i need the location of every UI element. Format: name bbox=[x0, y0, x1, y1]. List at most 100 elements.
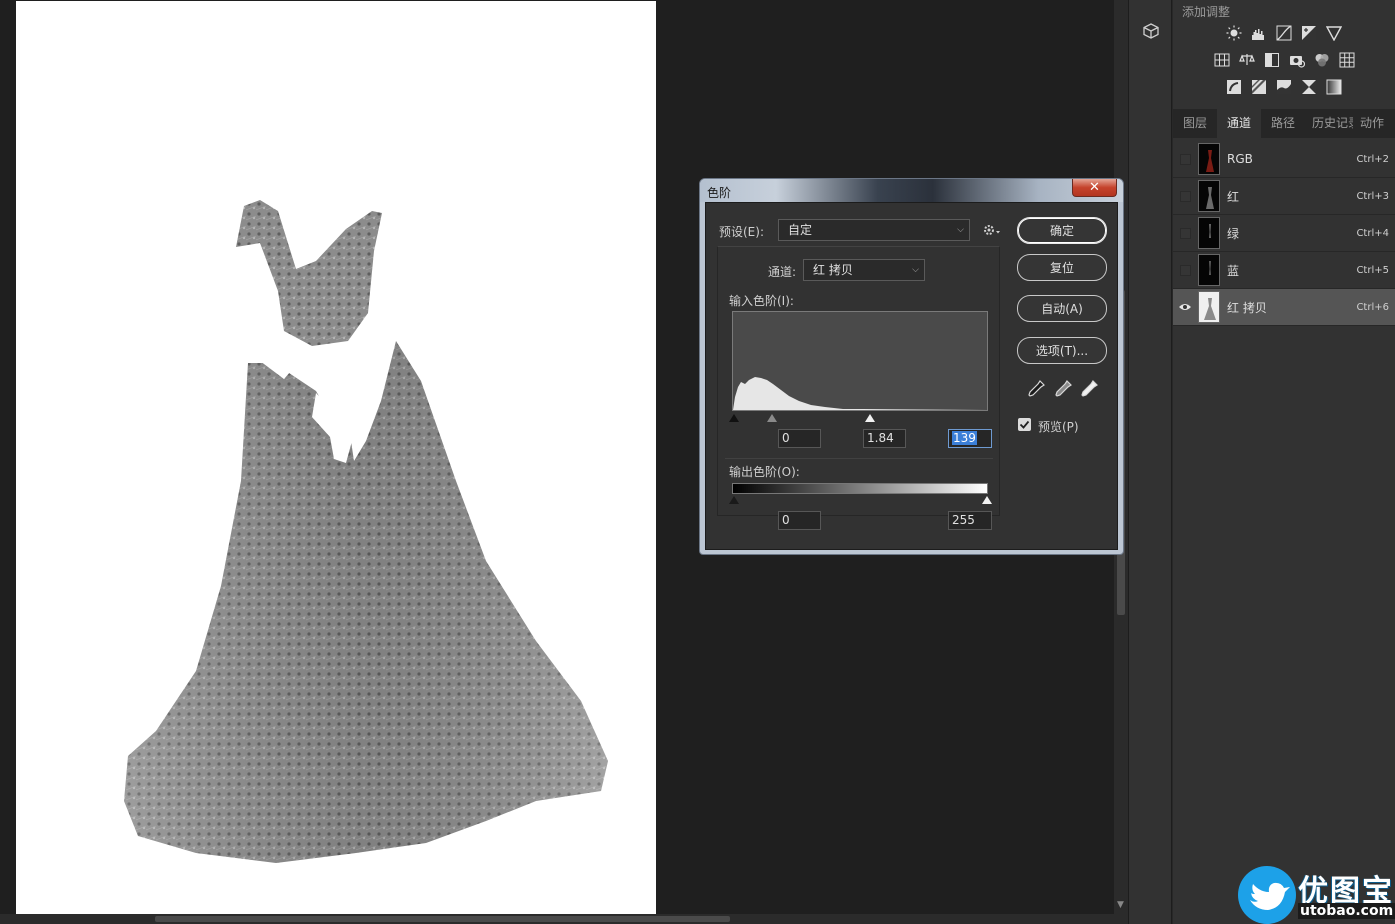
channel-thumbnail bbox=[1198, 143, 1220, 175]
channel-name: 绿 bbox=[1227, 226, 1240, 241]
adjustments-row-1 bbox=[1173, 24, 1395, 42]
visibility-toggle[interactable] bbox=[1173, 141, 1197, 178]
close-icon[interactable]: ✕ bbox=[1072, 179, 1117, 197]
channel-select[interactable]: 红 拷贝 ⌵ bbox=[803, 259, 925, 281]
gear-icon[interactable] bbox=[982, 222, 1002, 238]
adjustments-title: 添加调整 bbox=[1182, 5, 1231, 19]
gradient-map-icon[interactable] bbox=[1325, 78, 1343, 96]
preset-select[interactable]: 自定 ⌵ bbox=[778, 219, 970, 241]
divider bbox=[725, 458, 993, 459]
ok-button[interactable]: 确定 bbox=[1017, 217, 1107, 244]
watermark: 优图宝 utobao.com bbox=[1238, 866, 1395, 924]
adjustments-row-2 bbox=[1173, 51, 1395, 69]
scroll-down-icon[interactable]: ▼ bbox=[1117, 900, 1124, 910]
channel-name: 红 拷贝 bbox=[1227, 300, 1267, 315]
tab-paths[interactable]: 路径 bbox=[1261, 109, 1305, 138]
dialog-titlebar[interactable]: 色阶 ✕ bbox=[700, 179, 1123, 202]
channel-shortcut: Ctrl+2 bbox=[1356, 153, 1389, 165]
panel-dock-strip bbox=[1128, 0, 1172, 924]
document-canvas[interactable] bbox=[16, 1, 656, 914]
right-panels: 添加调整 图层 通道 路径 历史记录 动作 RGB Ctrl+2 bbox=[1173, 0, 1395, 924]
color-balance-icon[interactable] bbox=[1238, 51, 1256, 69]
channel-label: 通道: bbox=[768, 265, 797, 279]
channel-row-red-copy[interactable]: 红 拷贝 Ctrl+6 bbox=[1173, 289, 1395, 326]
invert-icon[interactable] bbox=[1225, 78, 1243, 96]
visibility-toggle[interactable] bbox=[1173, 215, 1197, 252]
dialog-title: 色阶 bbox=[707, 186, 732, 200]
preset-label: 预设(E): bbox=[719, 225, 764, 239]
preview-checkbox[interactable] bbox=[1018, 418, 1031, 431]
channel-value: 红 拷贝 bbox=[813, 263, 853, 277]
channel-name: RGB bbox=[1227, 152, 1253, 166]
channel-shortcut: Ctrl+4 bbox=[1356, 227, 1389, 239]
histogram bbox=[732, 311, 988, 411]
levels-dialog: 色阶 ✕ 预设(E): 自定 ⌵ 通道: 红 拷贝 ⌵ 输入色阶(I): 0 1… bbox=[699, 178, 1124, 555]
output-levels-label: 输出色阶(O): bbox=[729, 465, 800, 479]
tab-history[interactable]: 历史记录 bbox=[1305, 109, 1353, 138]
threshold-icon[interactable] bbox=[1275, 78, 1293, 96]
input-white-slider[interactable] bbox=[864, 413, 876, 423]
input-gamma-field[interactable]: 1.84 bbox=[863, 429, 906, 448]
channel-thumbnail bbox=[1198, 254, 1220, 286]
channel-shortcut: Ctrl+5 bbox=[1356, 264, 1389, 276]
output-black-field[interactable]: 0 bbox=[778, 511, 821, 530]
horizontal-scroll-thumb[interactable] bbox=[155, 916, 730, 922]
channel-thumbnail bbox=[1198, 217, 1220, 249]
input-black-field[interactable]: 0 bbox=[778, 429, 821, 448]
dialog-body: 预设(E): 自定 ⌵ 通道: 红 拷贝 ⌵ 输入色阶(I): 0 1.84 1… bbox=[705, 202, 1118, 550]
reset-button[interactable]: 复位 bbox=[1017, 254, 1107, 281]
hue-saturation-icon[interactable] bbox=[1213, 51, 1231, 69]
channel-mixer-icon[interactable] bbox=[1313, 51, 1331, 69]
output-black-slider[interactable] bbox=[728, 495, 740, 505]
chevron-down-icon: ⌵ bbox=[912, 265, 919, 275]
input-levels-label: 输入色阶(I): bbox=[729, 294, 794, 308]
channel-row-blue[interactable]: 蓝 Ctrl+5 bbox=[1173, 252, 1395, 289]
channel-name: 蓝 bbox=[1227, 263, 1240, 278]
input-gamma-slider[interactable] bbox=[766, 413, 778, 423]
channel-shortcut: Ctrl+6 bbox=[1356, 301, 1389, 313]
photo-filter-icon[interactable] bbox=[1288, 51, 1306, 69]
gray-eyedropper-icon[interactable] bbox=[1053, 379, 1073, 399]
input-white-value: 139 bbox=[952, 431, 977, 445]
3d-cube-icon[interactable] bbox=[1138, 18, 1164, 44]
input-black-value: 0 bbox=[782, 431, 790, 445]
black-white-icon[interactable] bbox=[1263, 51, 1281, 69]
black-eyedropper-icon[interactable] bbox=[1026, 379, 1046, 399]
color-lookup-icon[interactable] bbox=[1338, 51, 1356, 69]
exposure-icon[interactable] bbox=[1300, 24, 1318, 42]
vibrance-icon[interactable] bbox=[1325, 24, 1343, 42]
dress-image bbox=[124, 200, 608, 863]
input-white-field[interactable]: 139 bbox=[948, 429, 992, 448]
input-black-slider[interactable] bbox=[728, 413, 740, 423]
channel-row-green[interactable]: 绿 Ctrl+4 bbox=[1173, 215, 1395, 252]
levels-icon[interactable] bbox=[1250, 24, 1268, 42]
brightness-contrast-icon[interactable] bbox=[1225, 24, 1243, 42]
output-white-field[interactable]: 255 bbox=[948, 511, 992, 530]
preview-label: 预览(P) bbox=[1038, 420, 1079, 434]
white-eyedropper-icon[interactable] bbox=[1079, 379, 1099, 399]
channel-shortcut: Ctrl+3 bbox=[1356, 190, 1389, 202]
posterize-icon[interactable] bbox=[1250, 78, 1268, 96]
eye-icon[interactable] bbox=[1173, 289, 1197, 326]
preset-value: 自定 bbox=[788, 223, 813, 237]
selective-color-icon[interactable] bbox=[1300, 78, 1318, 96]
output-black-value: 0 bbox=[782, 513, 790, 527]
channel-name: 红 bbox=[1227, 189, 1240, 204]
tab-channels[interactable]: 通道 bbox=[1217, 109, 1262, 138]
output-white-slider[interactable] bbox=[981, 495, 993, 505]
channel-row-rgb[interactable]: RGB Ctrl+2 bbox=[1173, 141, 1395, 178]
tab-actions[interactable]: 动作 bbox=[1353, 109, 1391, 138]
options-button[interactable]: 选项(T)... bbox=[1017, 337, 1107, 364]
visibility-toggle[interactable] bbox=[1173, 178, 1197, 215]
channel-thumbnail bbox=[1198, 291, 1220, 323]
tab-layers[interactable]: 图层 bbox=[1173, 109, 1217, 138]
visibility-toggle[interactable] bbox=[1173, 252, 1197, 289]
panel-tabs: 图层 通道 路径 历史记录 动作 bbox=[1173, 109, 1395, 138]
horizontal-scrollbar[interactable] bbox=[0, 914, 1128, 924]
chevron-down-icon: ⌵ bbox=[957, 225, 964, 235]
auto-button[interactable]: 自动(A) bbox=[1017, 295, 1107, 322]
channel-row-red[interactable]: 红 Ctrl+3 bbox=[1173, 178, 1395, 215]
output-white-value: 255 bbox=[952, 513, 975, 527]
watermark-url: utobao.com bbox=[1298, 903, 1395, 919]
curves-icon[interactable] bbox=[1275, 24, 1293, 42]
